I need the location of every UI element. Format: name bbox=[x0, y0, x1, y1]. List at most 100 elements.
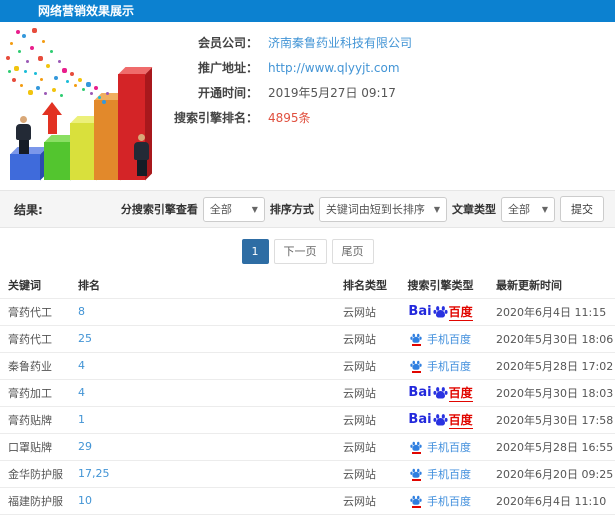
article-type-value: 全部 bbox=[508, 203, 530, 216]
sort-filter-select[interactable]: 关键词由短到长排序 ▼ bbox=[318, 196, 447, 222]
keyword-cell: 膏药加工 bbox=[0, 378, 70, 406]
confetti-dot bbox=[14, 66, 19, 71]
article-type-label: 文章类型 bbox=[452, 203, 496, 216]
confetti-dot bbox=[52, 88, 56, 92]
baidu-mobile-underline bbox=[411, 451, 421, 454]
info-value[interactable]: http://www.qlyyjt.com bbox=[268, 61, 400, 75]
results-table: 关键词 排名 排名类型 搜索引擎类型 最新更新时间 膏药代工 8 云网站 Bai… bbox=[0, 272, 615, 520]
rank-cell[interactable]: 29 bbox=[70, 432, 335, 460]
header-engine-type: 搜索引擎类型 bbox=[407, 278, 474, 292]
rank-cell[interactable]: 4 bbox=[70, 351, 335, 379]
confetti-dot bbox=[62, 68, 67, 73]
baidu-mobile-underline bbox=[411, 343, 421, 346]
baidu-mobile-logo: 手机百度 bbox=[410, 466, 471, 482]
table-row: 口罩贴牌 29 云网站 手机百度 2020年5月28日 16:55 bbox=[0, 432, 615, 460]
table-row: 膏药贴牌 1 云网站 Bai 百度 2020年5月30日 17:58 bbox=[0, 405, 615, 433]
baidu-mobile-label: 手机百度 bbox=[427, 359, 471, 373]
confetti-dot bbox=[50, 50, 53, 53]
keyword-cell: 金华防护服 bbox=[0, 459, 70, 487]
updated-cell: 2020年5月30日 18:03 bbox=[488, 378, 615, 406]
header-rank: 排名 bbox=[78, 278, 100, 292]
engine-filter-label: 分搜索引擎查看 bbox=[120, 203, 198, 216]
confetti-dot bbox=[28, 90, 33, 95]
page-button[interactable]: 1 bbox=[241, 239, 269, 264]
baidu-mobile-logo: 手机百度 bbox=[410, 439, 471, 455]
rank-type-cell: 云网站 bbox=[335, 324, 393, 352]
result-label: 结果: bbox=[14, 202, 43, 217]
rank-cell[interactable]: 17,25 bbox=[70, 459, 335, 487]
confetti-dot bbox=[60, 94, 63, 97]
baidu-logo: Bai 百度 bbox=[408, 384, 473, 402]
businessman-figure-right bbox=[134, 134, 149, 176]
baidu-mobile-underline bbox=[411, 478, 421, 481]
info-row: 推广地址： http://www.qlyyjt.com bbox=[150, 55, 615, 80]
rank-cell[interactable]: 25 bbox=[70, 324, 335, 352]
confetti-dot bbox=[66, 80, 69, 83]
rank-type-cell: 云网站 bbox=[335, 432, 393, 460]
keyword-cell: 福建防护服 bbox=[0, 486, 70, 514]
info-row: 开通时间： 2019年5月27日 09:17 bbox=[150, 80, 615, 105]
member-info: 会员公司： 济南秦鲁药业科技有限公司 推广地址： http://www.qlyy… bbox=[150, 30, 615, 130]
header-updated: 最新更新时间 bbox=[496, 278, 562, 292]
pagination: 1 下一页 尾页 bbox=[0, 239, 615, 264]
paw-icon bbox=[433, 306, 448, 318]
rank-type-cell: 云网站 bbox=[335, 297, 393, 325]
engine-cell: 手机百度 bbox=[393, 432, 488, 460]
page-button[interactable]: 尾页 bbox=[331, 239, 374, 264]
table-row: 金华防护服 17,25 云网站 手机百度 2020年6月20日 09:25 bbox=[0, 459, 615, 487]
filter-controls: 分搜索引擎查看 全部 ▼ 排序方式 关键词由短到长排序 ▼ 文章类型 全部 ▼ … bbox=[121, 196, 615, 222]
header-keyword: 关键词 bbox=[8, 278, 41, 292]
updated-cell: 2020年5月28日 16:55 bbox=[488, 432, 615, 460]
baidu-mobile-logo: 手机百度 bbox=[410, 331, 471, 347]
rank-cell[interactable] bbox=[70, 513, 335, 520]
confetti-dot bbox=[18, 50, 21, 53]
baidu-bai-text: Bai bbox=[408, 412, 432, 427]
rank-cell[interactable]: 1 bbox=[70, 405, 335, 433]
rank-cell[interactable]: 10 bbox=[70, 486, 335, 514]
table-row: 膏药代工 25 云网站 手机百度 2020年5月30日 18:06 bbox=[0, 324, 615, 352]
info-value: 2019年5月27日 09:17 bbox=[268, 86, 396, 100]
table-row: 膏药加工 4 云网站 Bai 百度 2020年5月30日 18:03 bbox=[0, 378, 615, 406]
info-value[interactable]: 济南秦鲁药业科技有限公司 bbox=[268, 34, 412, 51]
baidu-bai-text: Bai bbox=[408, 385, 432, 400]
article-type-select[interactable]: 全部 ▼ bbox=[501, 196, 555, 222]
info-label: 开通时间： bbox=[197, 86, 258, 100]
paw-icon bbox=[410, 360, 422, 370]
engine-cell: 手机百度 bbox=[393, 324, 488, 352]
growth-arrow-icon bbox=[42, 102, 62, 134]
page: 网络营销效果展示 会员公司： 济南秦鲁药业科技有限公司 推广地址： http:/… bbox=[0, 0, 615, 520]
updated-cell: 2020年5月30日 18:06 bbox=[488, 324, 615, 352]
paw-icon bbox=[433, 414, 448, 426]
paw-icon bbox=[410, 495, 422, 505]
rank-cell[interactable]: 8 bbox=[70, 297, 335, 325]
confetti-dot bbox=[86, 82, 91, 87]
keyword-cell bbox=[0, 513, 70, 520]
confetti-dot bbox=[78, 78, 82, 82]
confetti-dot bbox=[94, 86, 98, 90]
baidu-mobile-icon bbox=[410, 467, 422, 481]
confetti-dot bbox=[40, 78, 43, 81]
confetti-dot bbox=[38, 56, 43, 61]
confetti-dot bbox=[42, 40, 45, 43]
rank-cell[interactable]: 4 bbox=[70, 378, 335, 406]
submit-button[interactable]: 提交 bbox=[560, 196, 604, 222]
confetti-dot bbox=[44, 92, 47, 95]
baidu-mobile-icon bbox=[410, 332, 422, 346]
confetti-dot bbox=[82, 88, 85, 91]
page-title: 网络营销效果展示 bbox=[38, 4, 135, 18]
baidu-mobile-icon bbox=[410, 494, 422, 508]
header-rank-type: 排名类型 bbox=[343, 278, 387, 292]
info-label: 推广地址： bbox=[197, 61, 258, 75]
baidu-mobile-logo: 手机百度 bbox=[410, 358, 471, 374]
page-button[interactable]: 下一页 bbox=[273, 239, 327, 264]
confetti-dot bbox=[32, 28, 37, 33]
rank-type-cell: 云网站 bbox=[335, 459, 393, 487]
confetti-dot bbox=[46, 64, 50, 68]
baidu-mobile-label: 手机百度 bbox=[427, 494, 471, 508]
confetti-dot bbox=[102, 100, 106, 104]
engine-filter-select[interactable]: 全部 ▼ bbox=[202, 196, 265, 222]
baidu-logo: Bai 百度 bbox=[408, 303, 473, 321]
baidu-mobile-icon bbox=[410, 359, 422, 373]
baidu-mobile-label: 手机百度 bbox=[427, 332, 471, 346]
baidu-mobile-icon bbox=[410, 440, 422, 454]
